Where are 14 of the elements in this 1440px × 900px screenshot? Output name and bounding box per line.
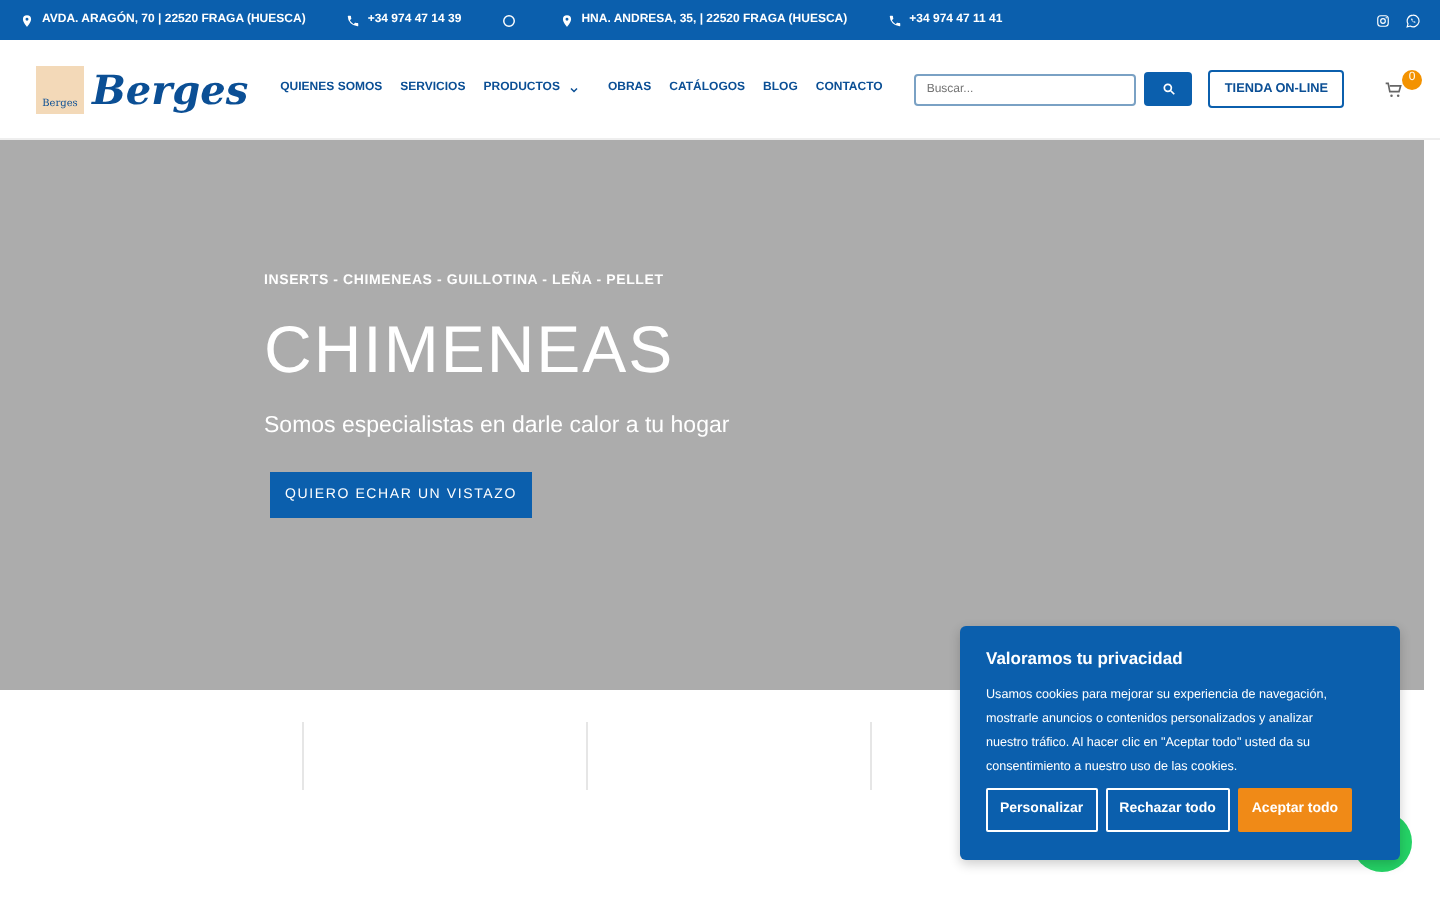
- hero-title: CHIMENEAS: [264, 316, 675, 383]
- whatsapp-icon[interactable]: [1406, 13, 1420, 27]
- location-pin-icon: [559, 13, 574, 27]
- circle-icon: [501, 13, 516, 27]
- logo[interactable]: Berges: [92, 69, 249, 109]
- hero-subtitle: Somos especialistas en darle calor a tu hogar: [264, 412, 730, 443]
- location-pin-icon: [20, 13, 34, 27]
- cart-icon[interactable]: [1384, 79, 1404, 99]
- search-icon: [1161, 82, 1176, 96]
- phone-icon: [887, 13, 902, 27]
- cookie-title: Valoramos tu privacidad: [986, 646, 1185, 672]
- phone-icon: [345, 13, 360, 27]
- instagram-icon[interactable]: [1376, 13, 1390, 27]
- search-button[interactable]: [1143, 72, 1193, 106]
